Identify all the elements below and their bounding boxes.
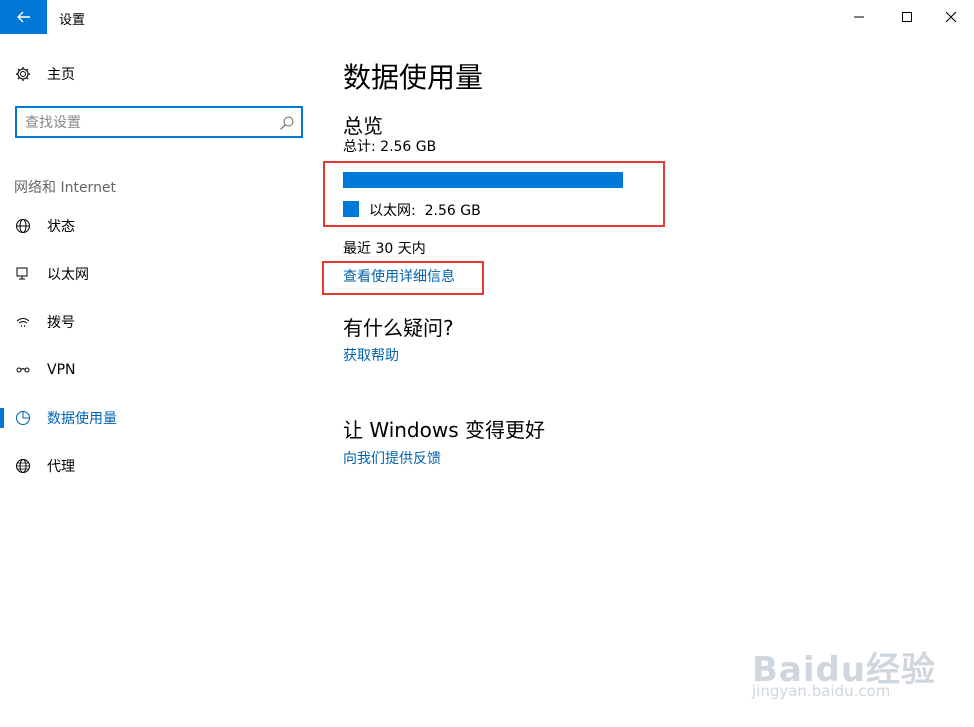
questions-heading: 有什么疑问? (343, 316, 454, 340)
details-link-highlight-box (322, 261, 484, 295)
feedback-link[interactable]: 向我们提供反馈 (343, 448, 441, 468)
usage-highlight-box (323, 161, 665, 227)
sidebar-item-proxy[interactable]: 代理 (0, 446, 320, 486)
period-text: 最近 30 天内 (343, 241, 426, 257)
vpn-icon (14, 361, 32, 379)
section-label: 网络和 Internet (14, 180, 117, 196)
pie-chart-icon (14, 409, 32, 427)
page-title: 数据使用量 (343, 61, 484, 94)
arrow-left-icon (16, 11, 30, 23)
gear-icon (14, 65, 32, 83)
active-indicator (0, 408, 4, 428)
dialup-icon (14, 313, 32, 331)
title-bar: 设置 (0, 0, 974, 34)
sidebar-item-home[interactable]: 主页 (0, 54, 320, 94)
search-icon[interactable] (279, 115, 295, 131)
improve-heading: 让 Windows 变得更好 (343, 418, 545, 442)
globe-icon (14, 457, 32, 475)
sidebar-item-vpn[interactable]: VPN (0, 350, 320, 390)
search-box[interactable] (15, 106, 303, 138)
minimize-button[interactable] (836, 0, 882, 34)
watermark-url: jingyan.baidu.com (752, 682, 891, 700)
close-button[interactable] (928, 0, 974, 34)
total-usage: 总计: 2.56 GB (343, 139, 437, 155)
sidebar-item-status[interactable]: 状态 (0, 206, 320, 246)
sidebar-item-data-usage[interactable]: 数据使用量 (0, 398, 320, 438)
overview-heading: 总览 (343, 114, 383, 138)
minimize-icon (854, 16, 864, 18)
sidebar-item-label: 以太网 (47, 267, 89, 283)
sidebar-item-ethernet[interactable]: 以太网 (0, 254, 320, 294)
search-input[interactable] (25, 113, 275, 133)
sidebar: 主页 网络和 Internet 状态 以太网 (0, 34, 320, 727)
maximize-button[interactable] (884, 0, 930, 34)
baidu-watermark: Baidu经验 jingyan.baidu.com (752, 622, 952, 712)
sidebar-item-label: 数据使用量 (47, 411, 117, 427)
sidebar-item-label: 主页 (47, 67, 75, 83)
sidebar-item-label: 拨号 (47, 315, 75, 331)
sidebar-item-dialup[interactable]: 拨号 (0, 302, 320, 342)
get-help-link[interactable]: 获取帮助 (343, 345, 399, 365)
ethernet-icon (14, 265, 32, 283)
window-title: 设置 (59, 13, 86, 28)
globe-status-icon (14, 217, 32, 235)
sidebar-item-label: 状态 (47, 219, 75, 235)
back-button[interactable] (0, 0, 47, 34)
maximize-icon (902, 12, 912, 22)
close-icon (945, 11, 957, 23)
sidebar-item-label: 代理 (47, 459, 75, 475)
sidebar-item-label: VPN (47, 362, 76, 378)
